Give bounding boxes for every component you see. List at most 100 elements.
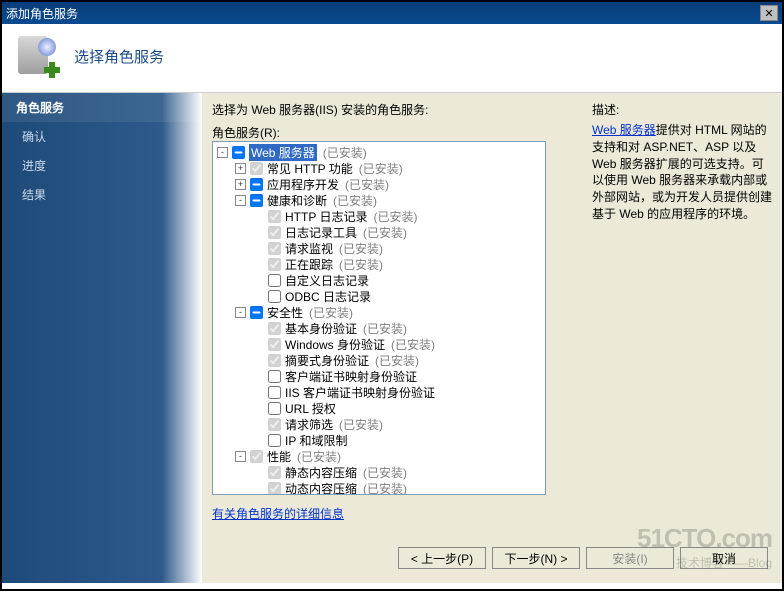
- installed-tag: (已安装): [363, 480, 407, 496]
- installed-tag: (已安装): [309, 304, 353, 321]
- install-button[interactable]: 安装(I): [586, 547, 674, 569]
- instruction-text: 选择为 Web 服务器(IIS) 安装的角色服务:: [212, 101, 580, 118]
- tree-row[interactable]: HTTP 日志记录 (已安装): [213, 208, 545, 224]
- installed-tag: (已安装): [373, 208, 417, 225]
- header: 选择角色服务: [2, 24, 782, 93]
- close-button[interactable]: ✕: [760, 5, 778, 21]
- tree-row[interactable]: IP 和域限制: [213, 432, 545, 448]
- tree-row[interactable]: +应用程序开发(已安装): [213, 176, 545, 192]
- main-panel: 选择为 Web 服务器(IIS) 安装的角色服务: 角色服务(R): - Web …: [202, 93, 782, 583]
- installed-tag: (已安装): [339, 240, 383, 257]
- tree-checkbox: [268, 354, 281, 367]
- tree-row[interactable]: 基本身份验证 (已安装): [213, 320, 545, 336]
- tree-checkbox[interactable]: [268, 386, 281, 399]
- tree-row[interactable]: 动态内容压缩 (已安装): [213, 480, 545, 495]
- tree-checkbox[interactable]: [250, 306, 263, 319]
- tree-checkbox[interactable]: [250, 178, 263, 191]
- installed-tag: (已安装): [339, 416, 383, 433]
- collapse-icon[interactable]: -: [235, 451, 246, 462]
- tree-checkbox[interactable]: [268, 274, 281, 287]
- tree-label[interactable]: 请求监视: [285, 240, 333, 257]
- tree-checkbox: [268, 466, 281, 479]
- installed-tag: (已安装): [375, 352, 419, 369]
- tree-label[interactable]: Windows 身份验证: [285, 336, 385, 353]
- tree-checkbox: [268, 242, 281, 255]
- tree-row[interactable]: 请求监视 (已安装): [213, 240, 545, 256]
- tree-label[interactable]: 健康和诊断: [267, 192, 327, 209]
- tree-checkbox[interactable]: [268, 370, 281, 383]
- tree-row[interactable]: - Web 服务器 (已安装): [213, 144, 545, 160]
- tree-checkbox[interactable]: [250, 194, 263, 207]
- tree-label[interactable]: 摘要式身份验证: [285, 352, 369, 369]
- page-title: 选择角色服务: [74, 46, 164, 67]
- tree-label[interactable]: 正在跟踪: [285, 256, 333, 273]
- prev-button[interactable]: < 上一步(P): [398, 547, 486, 569]
- installed-tag: (已安装): [391, 336, 435, 353]
- collapse-icon[interactable]: -: [217, 147, 228, 158]
- tree-label[interactable]: URL 授权: [285, 400, 336, 417]
- role-tree[interactable]: -Web 服务器(已安装)+常见 HTTP 功能(已安装)+应用程序开发(已安装…: [212, 141, 546, 495]
- tree-checkbox[interactable]: [268, 402, 281, 415]
- tree-checkbox: [268, 338, 281, 351]
- installed-tag: (已安装): [363, 464, 407, 481]
- tree-label[interactable]: 常见 HTTP 功能: [267, 160, 353, 177]
- tree-label[interactable]: ODBC 日志记录: [285, 288, 371, 305]
- tree-label[interactable]: 安全性: [267, 304, 303, 321]
- tree-row[interactable]: - 健康和诊断 (已安装): [213, 192, 545, 208]
- sidebar-item-1[interactable]: 确认: [2, 122, 202, 151]
- sidebar-item-3[interactable]: 结果: [2, 180, 202, 209]
- tree-label[interactable]: Web 服务器: [249, 144, 317, 161]
- installed-tag: (已安装): [359, 160, 403, 177]
- role-services-label: 角色服务(R):: [212, 124, 580, 141]
- sidebar: 角色服务确认进度结果: [2, 93, 202, 583]
- description-link[interactable]: Web 服务器: [592, 123, 656, 137]
- installed-tag: (已安装): [297, 448, 341, 465]
- tree-label[interactable]: 静态内容压缩: [285, 464, 357, 481]
- tree-label[interactable]: 请求筛选: [285, 416, 333, 433]
- tree-row[interactable]: 请求筛选 (已安装): [213, 416, 545, 432]
- tree-label[interactable]: 客户端证书映射身份验证: [285, 368, 417, 385]
- tree-checkbox[interactable]: [268, 290, 281, 303]
- next-button[interactable]: 下一步(N) >: [492, 547, 580, 569]
- tree-row[interactable]: ODBC 日志记录: [213, 288, 545, 304]
- tree-row[interactable]: 静态内容压缩 (已安装): [213, 464, 545, 480]
- installed-tag: (已安装): [323, 144, 367, 161]
- tree-row[interactable]: 日志记录工具(已安装): [213, 224, 545, 240]
- tree-checkbox: [268, 418, 281, 431]
- tree-checkbox: [268, 210, 281, 223]
- tree-checkbox: [268, 226, 281, 239]
- tree-row[interactable]: IIS 客户端证书映射身份验证: [213, 384, 545, 400]
- tree-row[interactable]: - 安全性 (已安装): [213, 304, 545, 320]
- tree-label[interactable]: 性能: [267, 448, 291, 465]
- tree-row[interactable]: 正在跟踪(已安装): [213, 256, 545, 272]
- tree-label[interactable]: HTTP 日志记录: [285, 208, 367, 225]
- sidebar-item-2[interactable]: 进度: [2, 151, 202, 180]
- tree-label[interactable]: 应用程序开发: [267, 176, 339, 193]
- tree-row[interactable]: - 性能 (已安装): [213, 448, 545, 464]
- tree-row[interactable]: Windows 身份验证 (已安装): [213, 336, 545, 352]
- more-info-link[interactable]: 有关角色服务的详细信息: [212, 507, 344, 521]
- collapse-icon[interactable]: -: [235, 307, 246, 318]
- tree-label[interactable]: 动态内容压缩: [285, 480, 357, 496]
- description-text: Web 服务器提供对 HTML 网站的支持和对 ASP.NET、ASP 以及 W…: [592, 122, 772, 223]
- sidebar-item-0[interactable]: 角色服务: [2, 93, 202, 122]
- installed-tag: (已安装): [333, 192, 377, 209]
- tree-row[interactable]: 自定义日志记录: [213, 272, 545, 288]
- tree-row[interactable]: URL 授权: [213, 400, 545, 416]
- tree-row[interactable]: 摘要式身份验证 (已安装): [213, 352, 545, 368]
- expand-icon[interactable]: +: [235, 163, 246, 174]
- tree-row[interactable]: + 常见 HTTP 功能 (已安装): [213, 160, 545, 176]
- tree-row[interactable]: 客户端证书映射身份验证: [213, 368, 545, 384]
- cancel-button[interactable]: 取消: [680, 547, 768, 569]
- expand-icon[interactable]: +: [235, 179, 246, 190]
- collapse-icon[interactable]: -: [235, 195, 246, 206]
- tree-label[interactable]: 基本身份验证: [285, 320, 357, 337]
- installed-tag: (已安装): [363, 320, 407, 337]
- wizard-icon: [16, 34, 60, 78]
- tree-checkbox[interactable]: [268, 434, 281, 447]
- tree-label[interactable]: IIS 客户端证书映射身份验证: [285, 384, 435, 401]
- tree-label[interactable]: IP 和域限制: [285, 432, 347, 449]
- tree-label[interactable]: 自定义日志记录: [285, 272, 369, 289]
- tree-checkbox[interactable]: [232, 146, 245, 159]
- tree-label[interactable]: 日志记录工具: [285, 224, 357, 241]
